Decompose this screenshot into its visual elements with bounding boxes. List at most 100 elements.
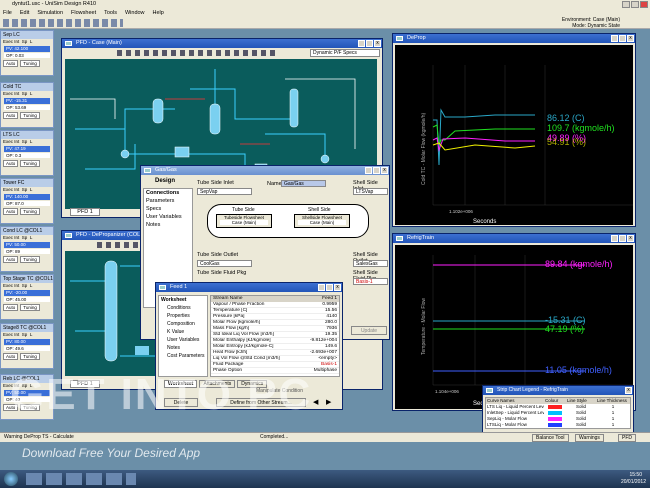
controller-pv[interactable]: PV: 47.19 xyxy=(4,146,50,152)
tuning-button[interactable]: Tuning xyxy=(20,304,40,311)
close-icon[interactable]: x xyxy=(334,284,341,291)
menu-window[interactable]: Window xyxy=(125,9,145,17)
nav-user-variables[interactable]: User Variables xyxy=(144,213,192,221)
close-icon[interactable] xyxy=(640,1,648,8)
controller-faceplate[interactable]: Sep LC Exec Int Sp L PV: 42.100 OP: 0.03… xyxy=(0,30,54,76)
tuning-button[interactable]: Tuning xyxy=(20,353,40,360)
controller-faceplate[interactable]: LTS LC Exec Int Sp L PV: 47.19 OP: 0.3 A… xyxy=(0,130,54,176)
feed-nav-item[interactable]: Notes xyxy=(159,344,207,352)
legend-row[interactable]: LTSLiq - Molar Flow Solid 1 xyxy=(486,422,630,428)
feed-nav-item[interactable]: Conditions xyxy=(159,304,207,312)
controller-op[interactable]: OP: 0.03 xyxy=(4,53,50,58)
minimize-icon[interactable] xyxy=(611,235,618,242)
row-value[interactable]: 280.0 xyxy=(289,320,339,325)
auto-select[interactable]: Auto xyxy=(3,256,19,263)
feed-nav-item[interactable]: Properties xyxy=(159,312,207,320)
menu-file[interactable]: File xyxy=(3,9,12,17)
feed-nav-item[interactable]: Cost Parameters xyxy=(159,352,207,360)
next-arrow-icon[interactable]: ▶ xyxy=(326,398,331,406)
row-value[interactable]: -9.812e+004 xyxy=(289,338,339,343)
maximize-icon[interactable] xyxy=(366,40,373,47)
minimize-icon[interactable] xyxy=(358,40,365,47)
tuning-button[interactable]: Tuning xyxy=(20,60,40,67)
toolbar-buttons[interactable] xyxy=(3,19,123,27)
nav-notes[interactable]: Notes xyxy=(144,221,192,229)
controller-faceplate[interactable]: Cond LC @COL1 Exec Int Sp L PV: 50.00 OP… xyxy=(0,226,54,272)
pfd-status-button[interactable]: PFD xyxy=(618,434,636,442)
controller-pv[interactable]: PV: -15.31 xyxy=(4,98,50,104)
nav-connections[interactable]: Connections xyxy=(144,189,192,197)
maximize-icon[interactable] xyxy=(619,35,626,42)
auto-select[interactable]: Auto xyxy=(3,208,19,215)
controller-pv[interactable]: PV: 50.00 xyxy=(4,242,50,248)
app-window-buttons[interactable] xyxy=(622,1,648,8)
balance-tool-button[interactable]: Balance Tool xyxy=(532,434,569,442)
row-value[interactable]: 15.56 xyxy=(289,308,339,313)
controller-op[interactable]: OP: 45.00 xyxy=(4,297,50,302)
controller-op[interactable]: OP: 0.3 xyxy=(4,153,50,158)
controller-faceplate[interactable]: Top Stage TC @COL1 Exec Int Sp L PV: -20… xyxy=(0,274,54,320)
feed-nav-item[interactable]: User Variables xyxy=(159,336,207,344)
maximize-icon[interactable] xyxy=(619,235,626,242)
warnings-button[interactable]: Warnings xyxy=(575,434,604,442)
deprop-plot[interactable]: Cold TC - Molar Flow (kgmole/h) 1.102e+0… xyxy=(395,45,633,225)
row-value[interactable]: 4140 xyxy=(289,314,339,319)
close-icon[interactable]: x xyxy=(381,167,388,174)
maximize-icon[interactable] xyxy=(326,284,333,291)
controller-op[interactable]: OP: 49.6 xyxy=(4,346,50,351)
curve-colour-swatch[interactable] xyxy=(544,422,566,428)
row-value[interactable]: <empty> xyxy=(289,356,339,361)
controller-op[interactable]: OP: 89 xyxy=(4,249,50,254)
menu-flowsheet[interactable]: Flowsheet xyxy=(71,9,96,17)
row-value[interactable]: -2.693e+007 xyxy=(289,350,339,355)
shell-inlet-select[interactable]: LTSVap xyxy=(353,188,388,195)
menu-simulation[interactable]: Simulation xyxy=(37,9,63,17)
feed-nav-item[interactable]: Worksheet xyxy=(159,296,207,304)
tuning-button[interactable]: Tuning xyxy=(20,112,40,119)
nav-specs[interactable]: Specs xyxy=(144,205,192,213)
controller-faceplate[interactable]: Tower FC Exec Int Sp L PV: 140.00 OP: 87… xyxy=(0,178,54,224)
menu-help[interactable]: Help xyxy=(153,9,164,17)
prev-arrow-icon[interactable]: ◀ xyxy=(313,398,318,406)
pfd-tool-icons[interactable] xyxy=(117,50,277,56)
deprop-chart-window[interactable]: DeProp x Cold TC - Molar Flow (kgmole/h)… xyxy=(392,33,636,227)
tuning-button[interactable]: Tuning xyxy=(20,160,40,167)
minimize-icon[interactable] xyxy=(611,35,618,42)
tuning-button[interactable]: Tuning xyxy=(20,256,40,263)
row-value[interactable]: 149.6 xyxy=(289,344,339,349)
auto-select[interactable]: Auto xyxy=(3,353,19,360)
menu-tools[interactable]: Tools xyxy=(104,9,117,17)
controller-faceplate[interactable]: Stage8 TC @COL1 Exec Int Sp L PV: 80.00 … xyxy=(0,323,54,369)
minimize-icon[interactable] xyxy=(365,167,372,174)
tuning-button[interactable]: Tuning xyxy=(20,208,40,215)
pfd-main-toolbar[interactable]: Dynamic P/F Specs xyxy=(62,48,382,58)
shell-case-select[interactable]: Case (Main) xyxy=(298,220,346,225)
controller-faceplate[interactable]: Cold TC Exec Int Sp L PV: -15.31 OP: 53.… xyxy=(0,82,54,128)
close-icon[interactable]: x xyxy=(374,40,381,47)
controller-op[interactable]: OP: 87.0 xyxy=(4,201,50,206)
minimize-icon[interactable] xyxy=(318,284,325,291)
update-button[interactable]: Update xyxy=(351,326,387,335)
controller-op[interactable]: OP: 53.69 xyxy=(4,105,50,110)
pfd-main-tab[interactable]: PFD 1 xyxy=(70,208,100,216)
close-icon[interactable]: x xyxy=(627,235,634,242)
shell-outlet-select[interactable]: SalesGas xyxy=(353,260,388,267)
auto-select[interactable]: Auto xyxy=(3,60,19,67)
nav-parameters[interactable]: Parameters xyxy=(144,197,192,205)
close-icon[interactable]: x xyxy=(625,387,632,394)
shell-plug-select[interactable]: Basis-1 xyxy=(353,278,388,285)
name-input[interactable]: Gas/Gas xyxy=(281,180,326,187)
pfd-specs-dropdown[interactable]: Dynamic P/F Specs xyxy=(310,49,380,57)
auto-select[interactable]: Auto xyxy=(3,304,19,311)
gasgas-design-tab[interactable]: Design xyxy=(155,178,175,184)
controller-pv[interactable]: PV: -20.00 xyxy=(4,290,50,296)
row-value[interactable]: 0.9959 xyxy=(289,302,339,307)
row-value[interactable]: 7936 xyxy=(289,326,339,331)
start-button-icon[interactable] xyxy=(4,472,18,486)
curve-line-thickness[interactable]: 1 xyxy=(596,422,630,428)
maximize-icon[interactable] xyxy=(631,1,639,8)
maximize-icon[interactable] xyxy=(373,167,380,174)
menu-edit[interactable]: Edit xyxy=(20,9,29,17)
tube-case-select[interactable]: Case (Main) xyxy=(220,220,268,225)
auto-select[interactable]: Auto xyxy=(3,112,19,119)
